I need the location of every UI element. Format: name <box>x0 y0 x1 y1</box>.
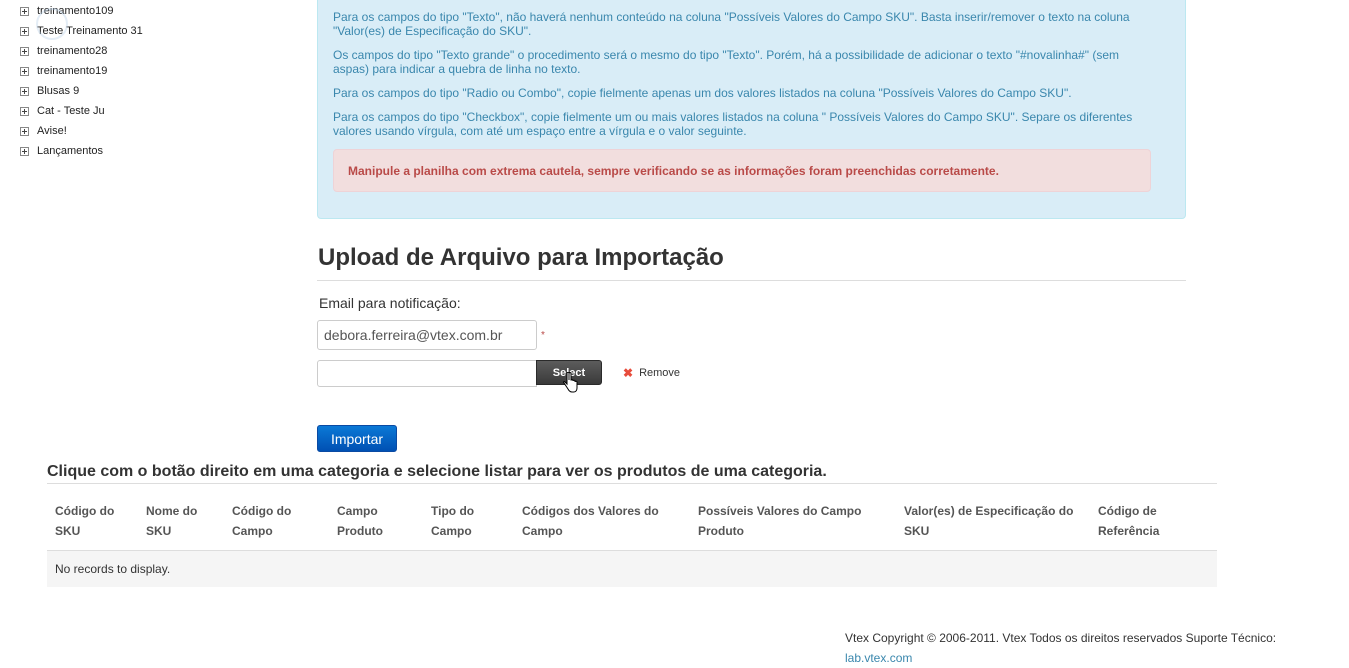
instruction-text: Para os campos do tipo "Texto", não have… <box>333 10 1130 38</box>
expand-plus-icon[interactable] <box>20 146 29 156</box>
warning-alert: Manipule a planilha com extrema cautela,… <box>333 149 1151 192</box>
expand-plus-icon[interactable] <box>20 46 29 56</box>
tree-item[interactable]: treinamento19 <box>20 61 280 81</box>
tree-item[interactable]: Lançamentos <box>20 141 280 161</box>
empty-message: No records to display. <box>47 551 1217 587</box>
expand-plus-icon[interactable] <box>20 86 29 96</box>
email-field[interactable] <box>317 320 537 350</box>
tree-item-label[interactable]: Cat - Teste Ju <box>37 105 105 117</box>
tree-item[interactable]: Blusas 9 <box>20 81 280 101</box>
divider <box>47 483 1217 484</box>
tree-item-label[interactable]: Teste Treinamento 31 <box>37 25 143 37</box>
instruction-text: Para os campos do tipo "Checkbox", copie… <box>333 110 1133 138</box>
column-header[interactable]: Códigos dos Valores do Campo <box>514 494 690 550</box>
instruction-text: Para os campos do tipo "Radio ou Combo",… <box>333 86 1072 100</box>
support-link[interactable]: lab.vtex.com <box>845 651 912 665</box>
tree-item[interactable]: Avise! <box>20 121 280 141</box>
column-header[interactable]: Código do Campo <box>224 494 329 550</box>
expand-plus-icon[interactable] <box>20 26 29 36</box>
email-label: Email para notificação: <box>319 295 461 311</box>
column-header[interactable]: Campo Produto <box>329 494 423 550</box>
tree-item-label[interactable]: treinamento19 <box>37 65 107 77</box>
import-button[interactable]: Importar <box>317 425 397 452</box>
remove-label: Remove <box>639 367 681 379</box>
tree-item-label[interactable]: Blusas 9 <box>37 85 79 97</box>
sku-grid: Código do SKU Nome do SKU Código do Camp… <box>47 494 1217 587</box>
column-header[interactable]: Código do SKU <box>47 494 138 550</box>
footer: Vtex Copyright © 2006-2011. Vtex Todos o… <box>845 628 1315 668</box>
hand-pointer-icon <box>563 372 578 393</box>
divider <box>317 280 1186 281</box>
required-indicator: * <box>541 330 545 341</box>
instruction-text: Os campos do tipo "Texto grande" o proce… <box>333 48 1119 76</box>
tree-item[interactable]: Cat - Teste Ju <box>20 101 280 121</box>
expand-plus-icon[interactable] <box>20 106 29 116</box>
tree-item-label[interactable]: Lançamentos <box>37 145 103 157</box>
instructions-panel: Para os campos do tipo "Texto", não have… <box>317 0 1186 219</box>
remove-x-icon: ✖ <box>623 366 634 380</box>
expand-plus-icon[interactable] <box>20 126 29 136</box>
column-header[interactable]: Código de Referência <box>1090 494 1217 550</box>
category-tree: treinamento109 Teste Treinamento 31 trei… <box>20 0 280 161</box>
tree-item[interactable]: treinamento28 <box>20 41 280 61</box>
tree-item-label[interactable]: treinamento109 <box>37 5 113 17</box>
expand-plus-icon[interactable] <box>20 6 29 16</box>
upload-title: Upload de Arquivo para Importação <box>318 244 724 271</box>
tree-item-label[interactable]: Avise! <box>37 125 67 137</box>
tree-item[interactable]: Teste Treinamento 31 <box>20 21 280 41</box>
grid-header: Código do SKU Nome do SKU Código do Camp… <box>47 494 1217 551</box>
file-path-input[interactable] <box>317 360 537 387</box>
copyright-text: Vtex Copyright © 2006-2011. Vtex Todos o… <box>845 631 1277 645</box>
remove-file-button[interactable]: ✖ Remove <box>623 366 680 380</box>
expand-plus-icon[interactable] <box>20 66 29 76</box>
tree-item-label[interactable]: treinamento28 <box>37 45 107 57</box>
column-header[interactable]: Valor(es) de Especificação do SKU <box>896 494 1090 550</box>
column-header[interactable]: Nome do SKU <box>138 494 224 550</box>
tree-item[interactable]: treinamento109 <box>20 1 280 21</box>
listing-title: Clique com o botão direito em uma catego… <box>47 463 827 480</box>
column-header[interactable]: Possíveis Valores do Campo Produto <box>690 494 896 550</box>
column-header[interactable]: Tipo do Campo <box>423 494 514 550</box>
